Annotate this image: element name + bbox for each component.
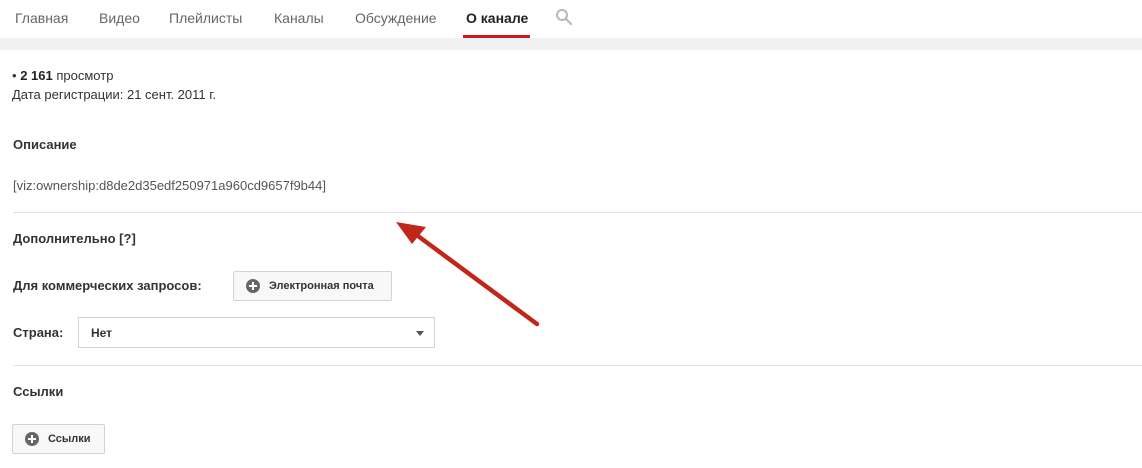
country-select[interactable]: Нет: [78, 317, 435, 348]
description-text: [viz:ownership:d8de2d35edf250971a960cd96…: [13, 178, 326, 193]
views-bullet: •: [12, 68, 17, 83]
tab-home[interactable]: Главная: [15, 0, 68, 38]
tab-playlists[interactable]: Плейлисты: [169, 0, 242, 38]
divider-2: [13, 365, 1142, 366]
divider-1: [13, 212, 1142, 213]
search-icon[interactable]: [555, 8, 573, 26]
chevron-down-icon: [416, 331, 424, 336]
channel-stats: • 2 161 просмотр Дата регистрации: 21 се…: [12, 66, 216, 104]
plus-circle-icon: [246, 279, 260, 293]
description-title: Описание: [13, 137, 77, 152]
tab-discussion[interactable]: Обсуждение: [355, 0, 437, 38]
views-count: 2 161: [20, 68, 53, 83]
views-line: • 2 161 просмотр: [12, 66, 216, 85]
country-label: Страна:: [13, 325, 64, 340]
country-select-value: Нет: [91, 325, 113, 340]
tab-channels[interactable]: Каналы: [274, 0, 324, 38]
channel-tabs: Главная Видео Плейлисты Каналы Обсуждени…: [0, 0, 1142, 38]
business-inquiries-label: Для коммерческих запросов:: [13, 278, 202, 293]
email-button[interactable]: Электронная почта: [233, 271, 392, 301]
additional-title: Дополнительно [?]: [13, 231, 136, 246]
links-button[interactable]: Ссылки: [12, 424, 105, 454]
links-button-label: Ссылки: [48, 433, 91, 445]
tab-videos[interactable]: Видео: [99, 0, 140, 38]
tab-about[interactable]: О канале: [466, 0, 528, 38]
header-separator-band: [0, 38, 1142, 50]
registration-date: Дата регистрации: 21 сент. 2011 г.: [12, 87, 217, 102]
email-button-label: Электронная почта: [269, 280, 374, 292]
links-title: Ссылки: [13, 384, 64, 399]
views-label: просмотр: [56, 68, 114, 83]
plus-circle-icon: [25, 432, 39, 446]
